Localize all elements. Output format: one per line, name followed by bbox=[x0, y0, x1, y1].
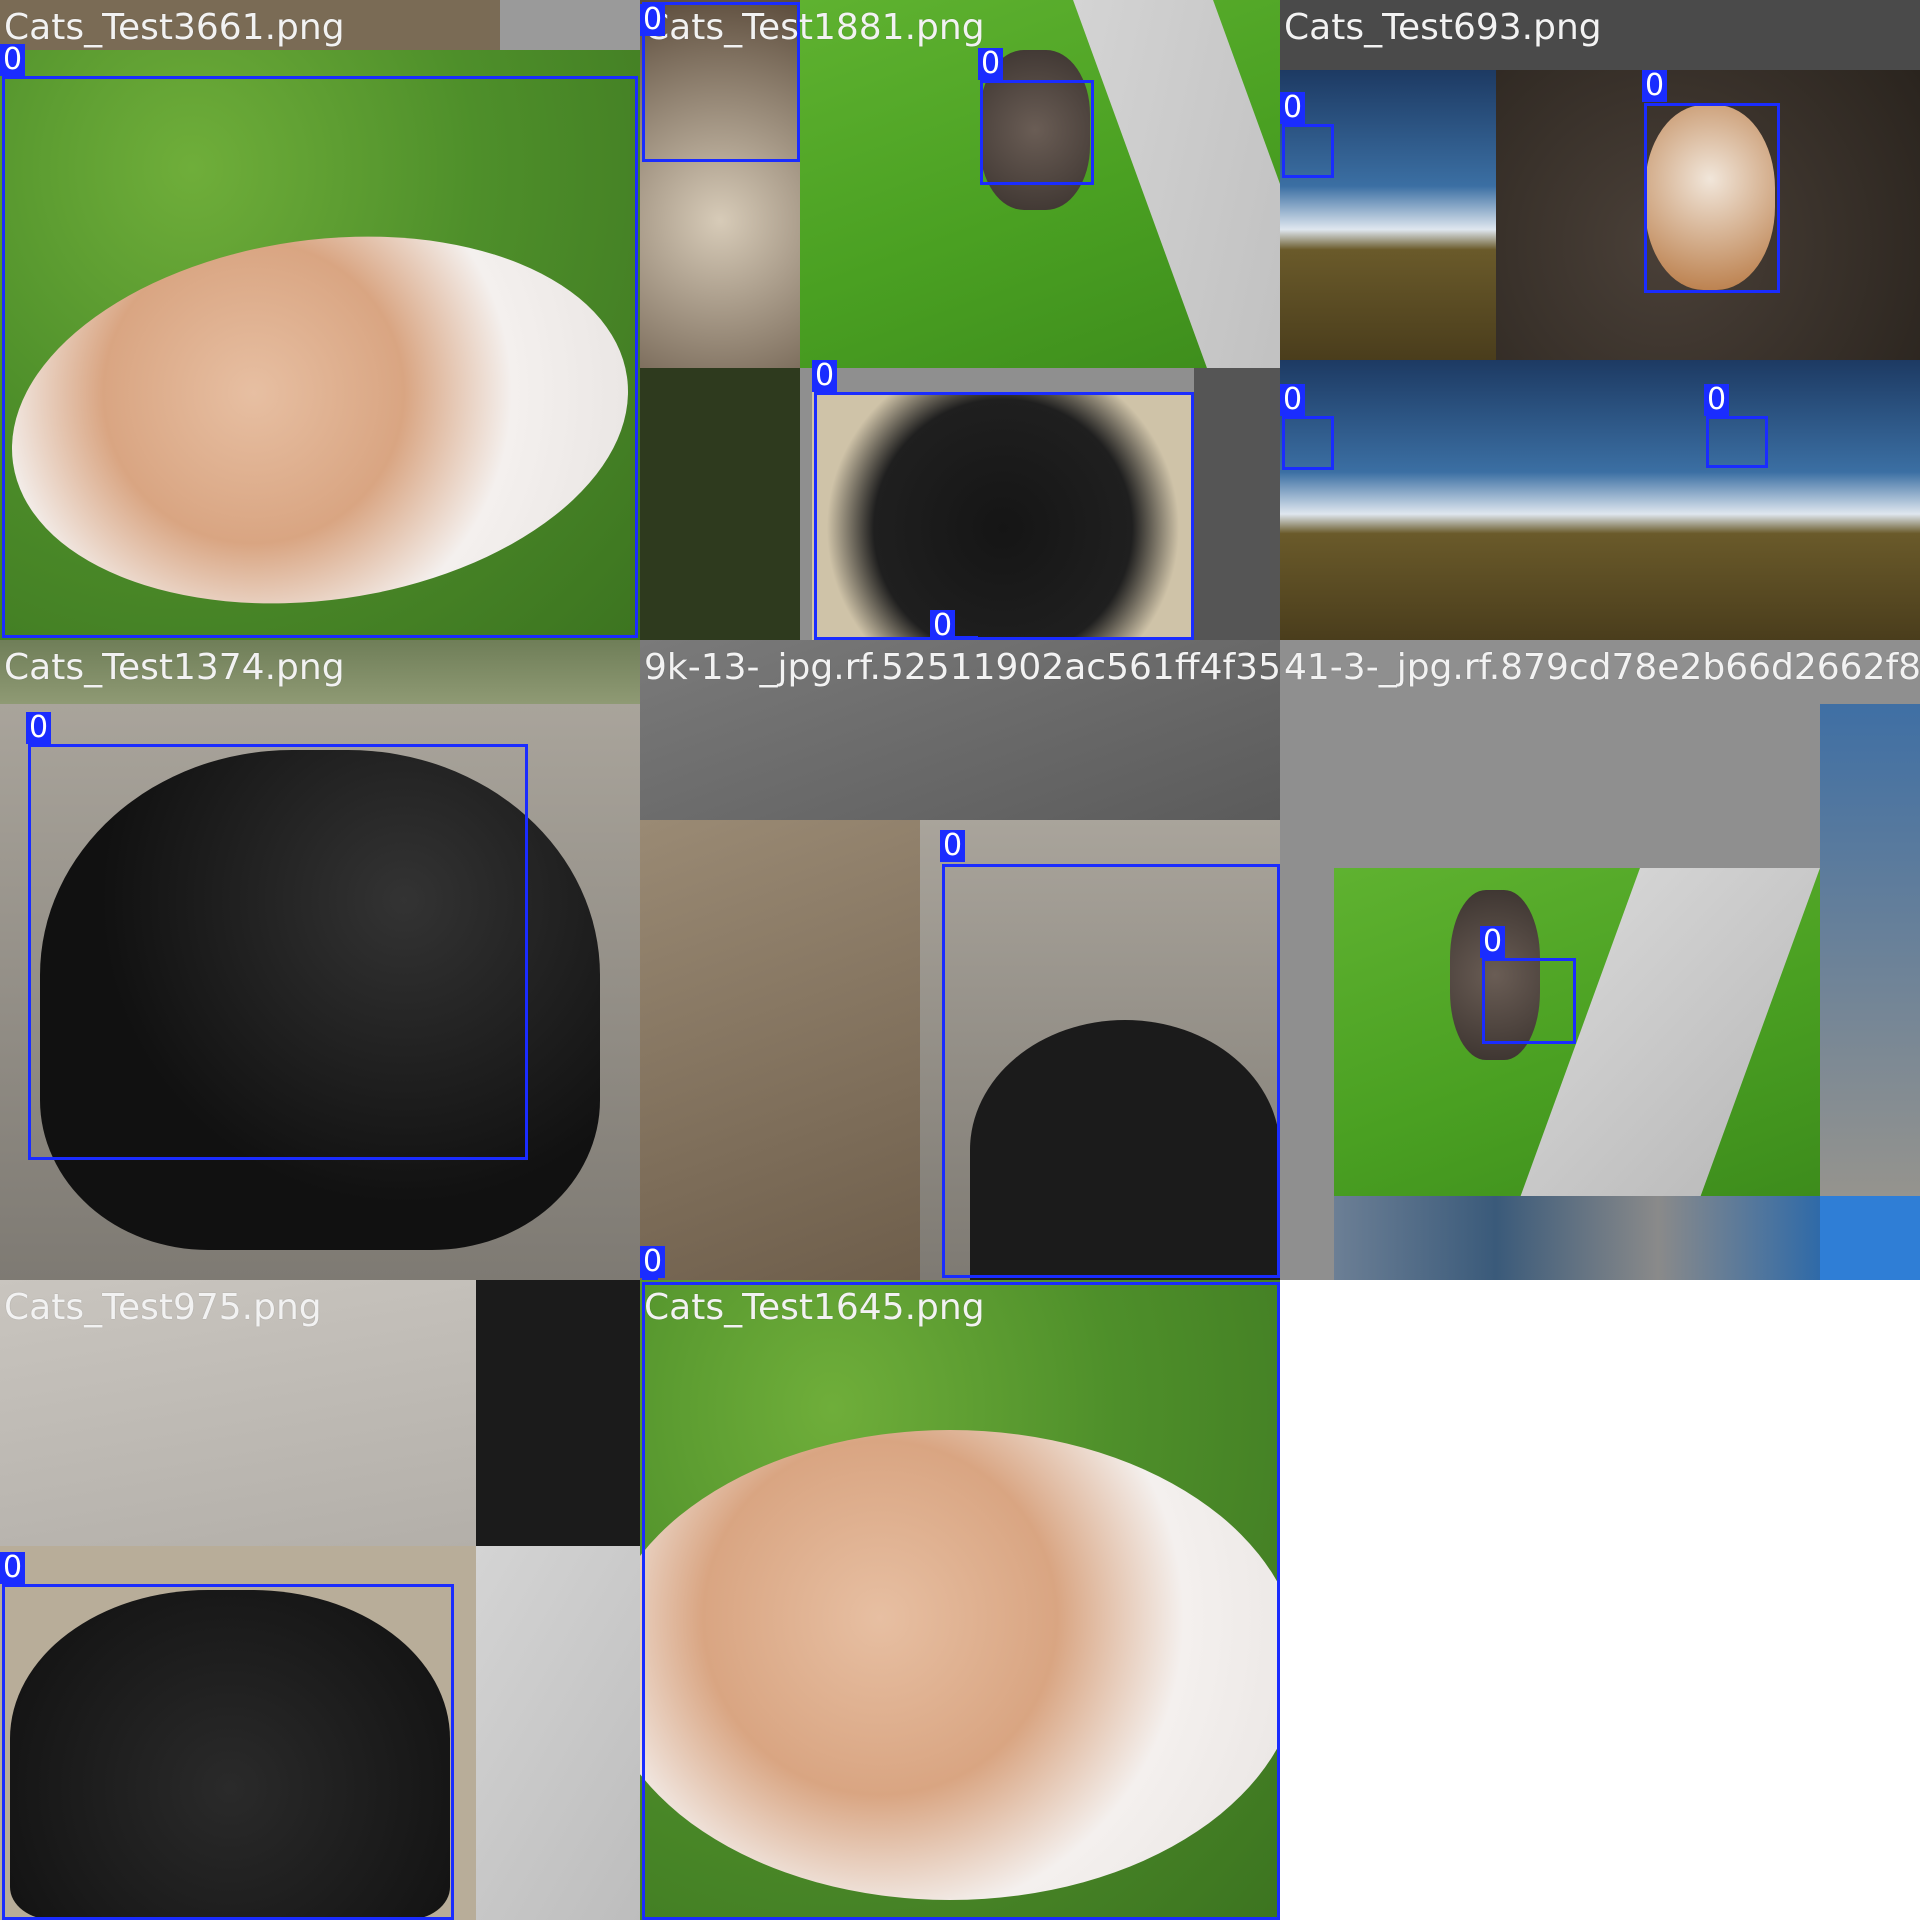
class-label: 0 bbox=[1480, 926, 1506, 958]
class-label: 0 bbox=[978, 48, 1004, 80]
bounding-box bbox=[980, 80, 1094, 185]
class-label: 0 bbox=[640, 4, 666, 36]
image-piece bbox=[1820, 704, 1920, 1280]
bounding-box bbox=[814, 392, 1194, 640]
image-piece bbox=[1334, 1196, 1820, 1280]
class-label: 0 bbox=[640, 1246, 666, 1278]
class-label: 0 bbox=[1642, 70, 1668, 102]
bounding-box bbox=[1482, 958, 1576, 1044]
image-piece bbox=[1194, 368, 1280, 640]
bounding-box bbox=[1282, 416, 1334, 470]
bounding-box bbox=[1282, 124, 1334, 178]
image-piece bbox=[1280, 360, 1496, 640]
bounding-box bbox=[28, 744, 528, 1160]
bounding-box bbox=[1706, 416, 1768, 468]
tile-filename: Cats_Test1881.png bbox=[644, 7, 985, 48]
bounding-box bbox=[2, 76, 638, 638]
image-piece bbox=[640, 368, 800, 640]
mosaic-tile-7: Cats_Test975.png 0 bbox=[0, 1280, 640, 1920]
class-label: 0 bbox=[26, 712, 52, 744]
tile-filename: 41-3-_jpg.rf.879cd78e2b66d2662f8363 bbox=[1284, 647, 1920, 688]
image-piece bbox=[500, 0, 640, 50]
class-label: 0 bbox=[930, 610, 956, 640]
bounding-box bbox=[642, 1282, 1280, 1920]
class-label: 0 bbox=[0, 1552, 26, 1584]
class-label: 0 bbox=[940, 830, 966, 862]
tile-filename: Cats_Test1374.png bbox=[4, 647, 345, 688]
mosaic-tile-8: Cats_Test1645.png bbox=[640, 1280, 1280, 1920]
image-piece bbox=[1280, 70, 1496, 360]
mosaic-tile-3: Cats_Test693.png 0 0 0 0 bbox=[1280, 0, 1920, 640]
tile-filename: 9k-13-_jpg.rf.52511902ac561ff4f35e74b523 bbox=[644, 647, 1280, 688]
bounding-box bbox=[2, 1584, 454, 1920]
image-piece bbox=[640, 820, 920, 1280]
tile-filename: Cats_Test3661.png bbox=[4, 7, 345, 48]
mosaic-tile-5: 9k-13-_jpg.rf.52511902ac561ff4f35e74b523… bbox=[640, 640, 1280, 1280]
tile-filename: Cats_Test1645.png bbox=[644, 1287, 985, 1328]
bounding-box bbox=[1644, 103, 1780, 293]
image-piece bbox=[476, 1546, 640, 1920]
mosaic-tile-6: 41-3-_jpg.rf.879cd78e2b66d2662f8363 0 bbox=[1280, 640, 1920, 1280]
class-label: 0 bbox=[1280, 92, 1306, 124]
class-label: 0 bbox=[812, 360, 838, 392]
bounding-box bbox=[942, 864, 1280, 1278]
mosaic-tile-4: Cats_Test1374.png 0 bbox=[0, 640, 640, 1280]
mosaic-tile-2: Cats_Test1881.png 0 0 0 0 bbox=[640, 0, 1280, 640]
class-label: 0 bbox=[1280, 384, 1306, 416]
class-label: 0 bbox=[1704, 384, 1730, 416]
tile-filename: Cats_Test693.png bbox=[1284, 7, 1602, 48]
mosaic-tile-1: Cats_Test3661.png 0 bbox=[0, 0, 640, 640]
image-piece bbox=[476, 1280, 640, 1546]
class-label: 0 bbox=[0, 44, 26, 76]
image-piece bbox=[1820, 1196, 1920, 1280]
tile-filename: Cats_Test975.png bbox=[4, 1287, 322, 1328]
